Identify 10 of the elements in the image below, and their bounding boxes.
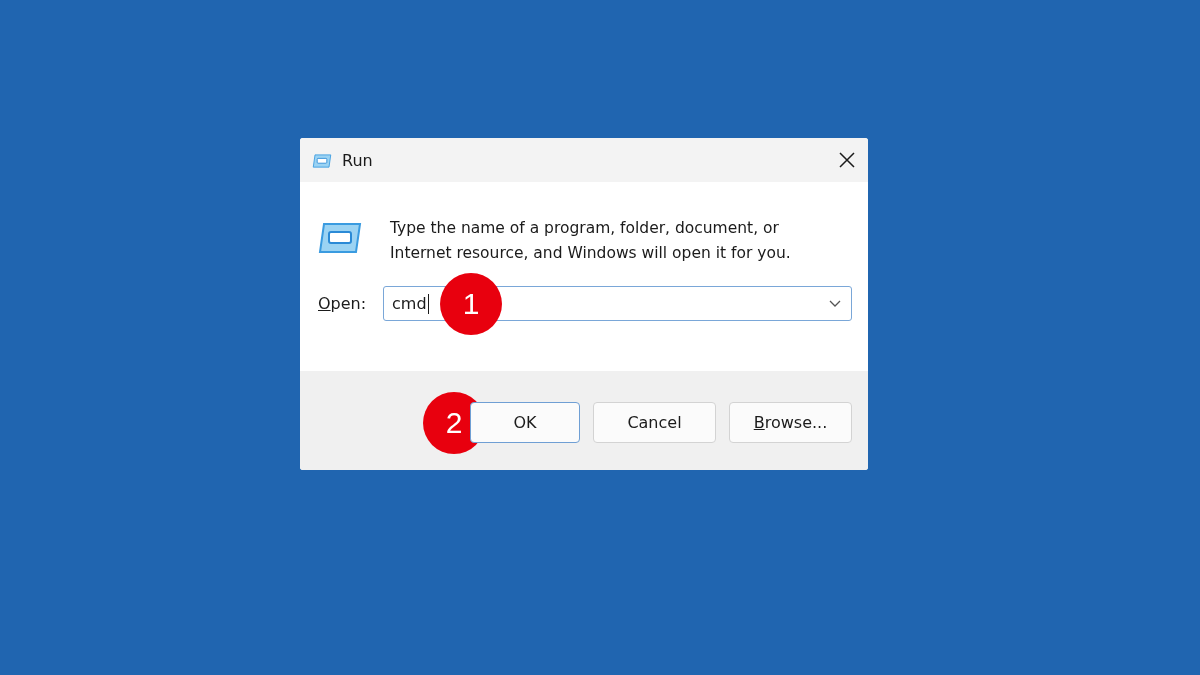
dialog-button[interactable]: OK: [470, 402, 580, 443]
dialog-button[interactable]: Browse...: [729, 402, 852, 443]
window-icon: [312, 153, 332, 167]
description-text: Type the name of a program, folder, document, or Internet resource, and Windows will open it for you.: [390, 218, 792, 264]
window-title: Run: [342, 150, 374, 170]
dropdown-chevron-icon[interactable]: [829, 299, 841, 308]
step-badge: 1: [440, 273, 502, 335]
open-label: Open:: [318, 294, 368, 313]
run-icon: [318, 222, 362, 254]
dialog-button[interactable]: Cancel: [593, 402, 716, 443]
